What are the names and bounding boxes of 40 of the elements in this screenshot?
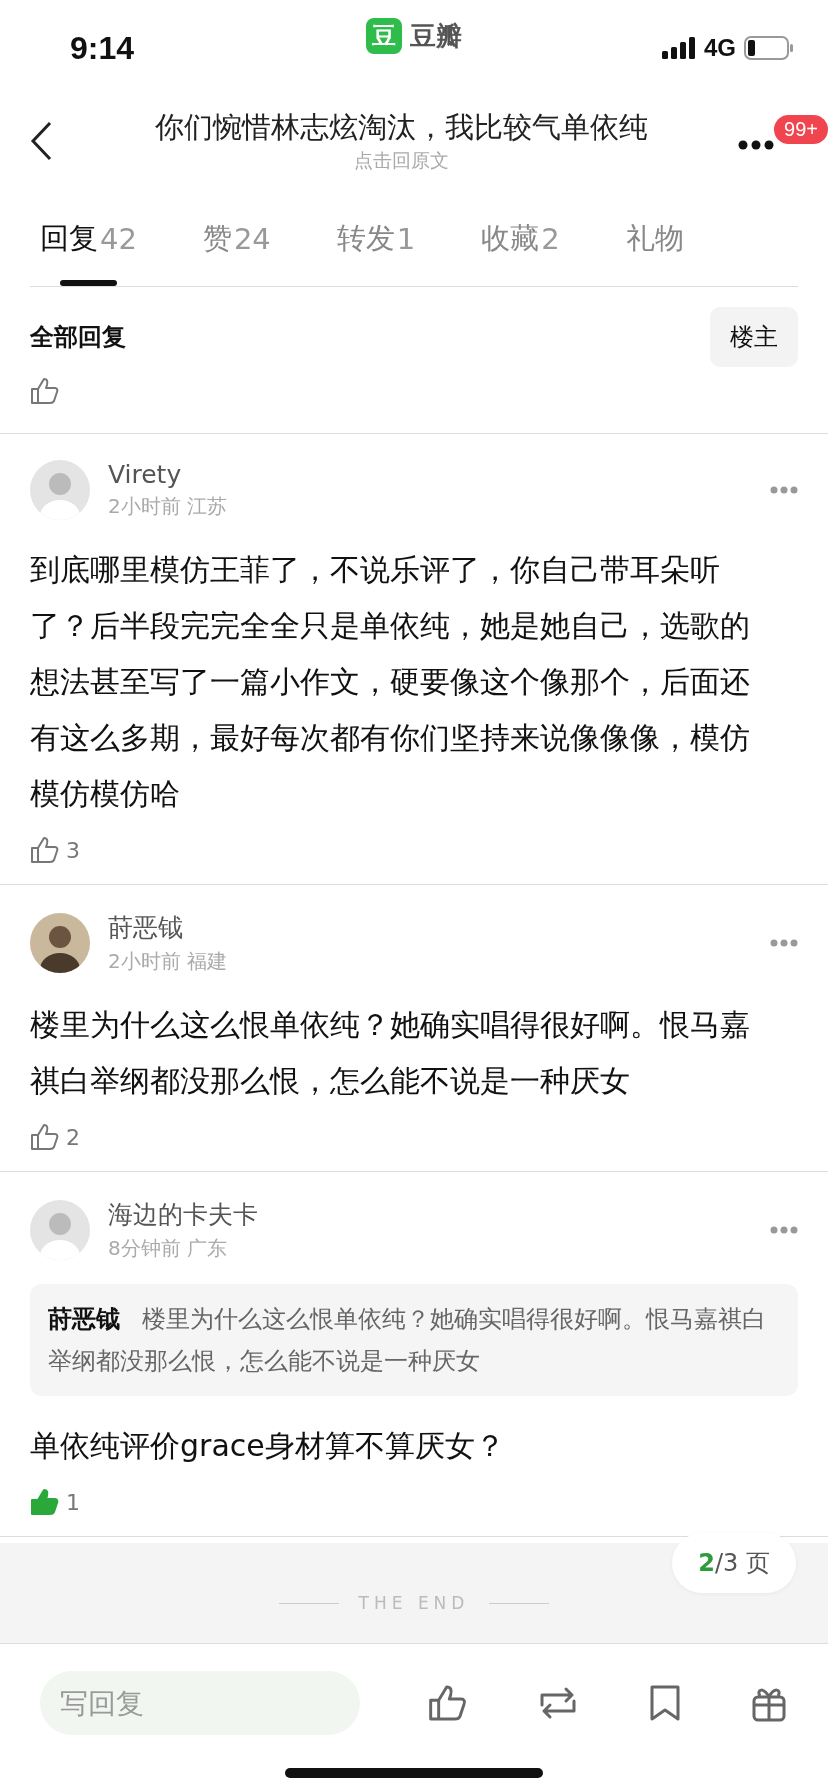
thumbs-up-icon[interactable]: [30, 836, 60, 864]
end-label: THE END: [358, 1593, 470, 1613]
app-name: 豆瓣: [410, 19, 462, 53]
reply-field[interactable]: 写回复: [40, 1671, 360, 1735]
quoted-reply: 莳恶钺 楼里为什么这么恨单依纯？她确实唱得很好啊。恨马嘉祺白举纲都没那么恨，怎么能不说是一种厌女: [30, 1284, 798, 1396]
network-label: 4G: [704, 34, 736, 62]
comment-text: 到底哪里模仿王菲了，不说乐评了，你自己带耳朵听了？后半段完完全全只是单依纯，她是她自己，选歌的想法甚至写了一篇小作文，硬要像这个像那个，后面还有这么多期，最好每次都有你们坚持来说像像像，模仿模仿模仿哈: [30, 551, 751, 813]
comment-meta: 2小时前 江苏: [108, 493, 229, 520]
like-count: 2: [66, 1124, 80, 1150]
comment-text: 楼里为什么这么恨单依纯？她确实唱得很好啊。恨马嘉祺白举纲都没那么恨，怎么能不说是一种厌女: [30, 1006, 751, 1100]
app-logo: 豆: [366, 18, 402, 54]
tab[interactable]: 转发 1: [336, 192, 416, 286]
signal-icon: [662, 37, 696, 59]
thumbs-up-icon[interactable]: [428, 1683, 468, 1723]
thumbs-up-icon[interactable]: [30, 377, 60, 405]
battery-icon: [744, 36, 794, 60]
like-count: 1: [66, 1489, 80, 1515]
user-name[interactable]: 海边的卡夫卡: [108, 1198, 752, 1231]
thumbs-up-icon[interactable]: [30, 1488, 60, 1516]
status-time: 9:14: [70, 29, 135, 67]
page-indicator[interactable]: 2/3 页: [672, 1533, 796, 1593]
section-title: 全部回复: [30, 322, 126, 353]
like-count: 3: [66, 837, 80, 863]
tab[interactable]: 回复42: [40, 192, 137, 286]
tab[interactable]: 礼物: [625, 192, 684, 286]
more-icon[interactable]: [738, 140, 774, 150]
comment-text: 单依纯评价grace身材算不算厌女？: [30, 1427, 506, 1465]
comment-meta: 8分钟前 广东: [108, 1235, 229, 1262]
notification-badge: 99+: [774, 115, 828, 144]
user-name[interactable]: Virety: [108, 460, 752, 489]
owner-filter-button[interactable]: 楼主: [710, 307, 798, 367]
comment-meta: 2小时前 福建: [108, 948, 229, 975]
back-icon[interactable]: [30, 121, 52, 161]
tab[interactable]: 赞24: [202, 192, 271, 286]
tab[interactable]: 收藏2: [481, 192, 560, 286]
user-name[interactable]: 莳恶钺: [108, 911, 752, 944]
thumbs-up-icon[interactable]: [30, 1123, 60, 1151]
post-title: 你们惋惜林志炫淘汰，我比较气单依纯: [154, 109, 648, 146]
avatar[interactable]: [30, 913, 90, 973]
bookmark-icon[interactable]: [648, 1683, 682, 1723]
